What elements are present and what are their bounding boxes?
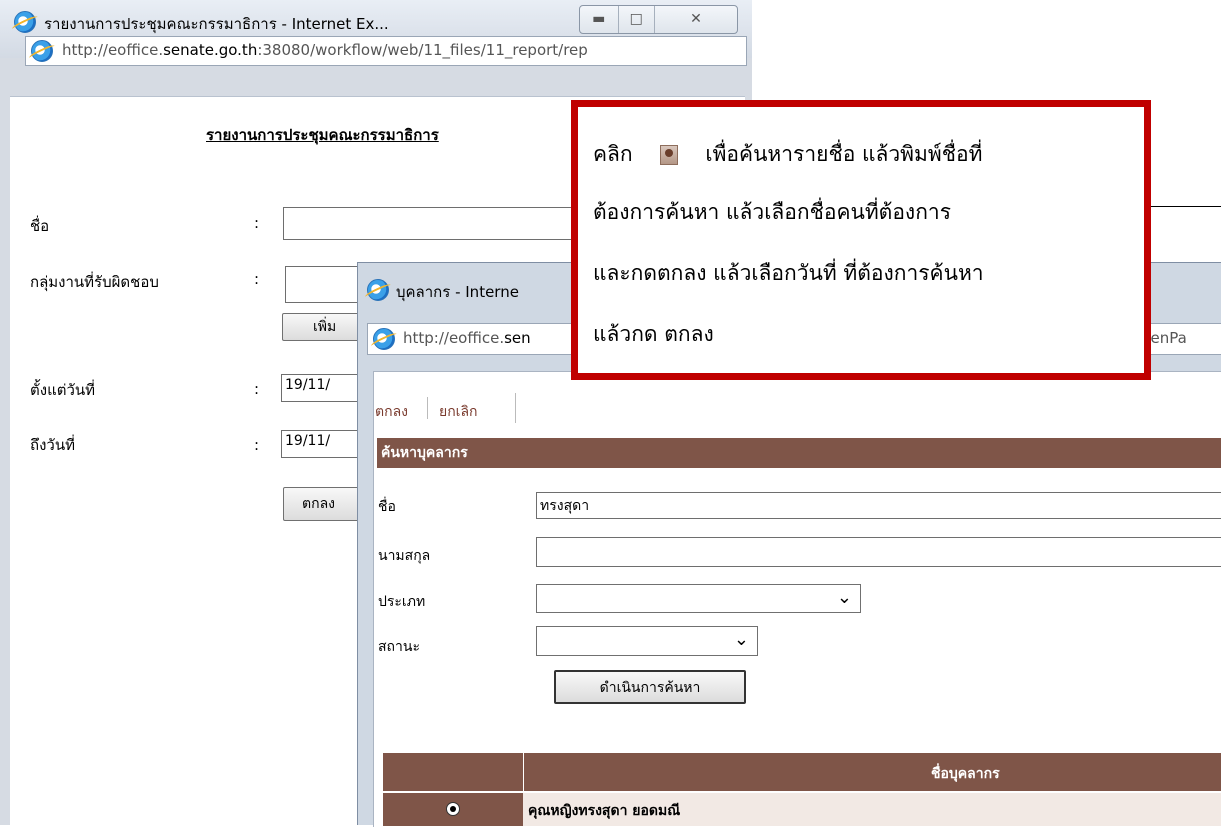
name-colon: :	[254, 214, 260, 232]
results-table-header	[383, 753, 1221, 791]
popup-url[interactable]: http://eoffice.sen	[403, 325, 531, 351]
search-button[interactable]: ดำเนินการค้นหา	[554, 670, 746, 704]
row-radio[interactable]	[446, 802, 460, 816]
popup-url-prefix: http://eoffice.	[403, 329, 505, 347]
person-search-icon	[660, 145, 679, 165]
callout-text-4: แล้วกด ตกลง	[593, 322, 714, 346]
chevron-down-icon: ⌄	[836, 587, 852, 608]
last-name-label: นามสกุล	[378, 548, 431, 564]
popup-url-domain: sen	[504, 329, 531, 347]
toolbar-ok-link[interactable]: ตกลง	[375, 401, 408, 423]
callout-text-1: เพื่อค้นหารายชื่อ แล้วพิมพ์ชื่อที่	[705, 142, 983, 166]
type-select[interactable]: ⌄	[536, 584, 861, 613]
toolbar-cancel-link[interactable]: ยกเลิก	[439, 401, 478, 423]
from-date-colon: :	[254, 380, 260, 398]
toolbar-divider	[515, 393, 516, 423]
callout-text-3: และกดตกลง แล้วเลือกวันที่ ที่ต้องการค้นห…	[593, 261, 984, 285]
last-name-input[interactable]	[536, 537, 1221, 567]
add-button[interactable]: เพิ่ม	[282, 313, 362, 341]
to-date-colon: :	[254, 436, 260, 454]
callout-text-2: ต้องการค้นหา แล้วเลือกชื่อคนที่ต้องการ	[593, 200, 951, 224]
window-controls: ▬ □ ✕	[579, 5, 738, 34]
url-domain: senate.go.th	[163, 41, 258, 59]
internet-explorer-icon	[367, 279, 389, 301]
person-name: คุณหญิงทรงสุดา ยอดมณี	[528, 803, 681, 819]
page-title: รายงานการประชุมคณะกรรมาธิการ	[206, 126, 439, 144]
internet-explorer-icon	[14, 11, 36, 33]
column-header-name: ชื่อบุคลากร	[931, 766, 1000, 782]
header-divider	[523, 753, 524, 791]
close-icon[interactable]: ✕	[655, 6, 737, 33]
group-colon: :	[254, 270, 260, 288]
from-date-input[interactable]: 19/11/	[281, 374, 361, 402]
page-icon	[31, 40, 53, 62]
callout-text-click: คลิก	[593, 142, 633, 166]
from-date-label: ตั้งแต่วันที่	[30, 381, 96, 399]
type-label: ประเภท	[378, 594, 426, 610]
instruction-callout: คลิก เพื่อค้นหารายชื่อ แล้วพิมพ์ชื่อที่ …	[571, 100, 1151, 380]
chevron-down-icon: ⌄	[733, 629, 749, 650]
section-header: ค้นหาบุคลากร	[377, 438, 1221, 468]
status-label: สถานะ	[378, 639, 420, 655]
address-url[interactable]: http://eoffice.senate.go.th:38080/workfl…	[62, 37, 588, 63]
window-title: รายงานการประชุมคณะกรรมาธิการ - Internet …	[44, 15, 389, 33]
to-date-label: ถึงวันที่	[30, 436, 75, 454]
to-date-input[interactable]: 19/11/	[281, 430, 361, 458]
page-icon	[373, 328, 395, 350]
url-suffix: :38080/workflow/web/11_files/11_report/r…	[257, 41, 588, 59]
name-input[interactable]	[283, 207, 583, 240]
submit-button[interactable]: ตกลง	[283, 487, 361, 521]
url-prefix: http://eoffice.	[62, 41, 164, 59]
toolbar-divider	[427, 397, 428, 419]
minimize-icon[interactable]: ▬	[580, 6, 619, 33]
first-name-input[interactable]: ทรงสุดา	[536, 492, 1221, 519]
first-name-label: ชื่อ	[378, 499, 396, 515]
callout-leader-line	[1151, 206, 1221, 207]
name-label: ชื่อ	[30, 217, 50, 235]
group-label: กลุ่มงานที่รับผิดชอบ	[30, 273, 159, 291]
maximize-icon[interactable]: □	[619, 6, 656, 33]
popup-title: บุคลากร - Interne	[396, 283, 519, 301]
status-select[interactable]: ⌄	[536, 626, 758, 656]
